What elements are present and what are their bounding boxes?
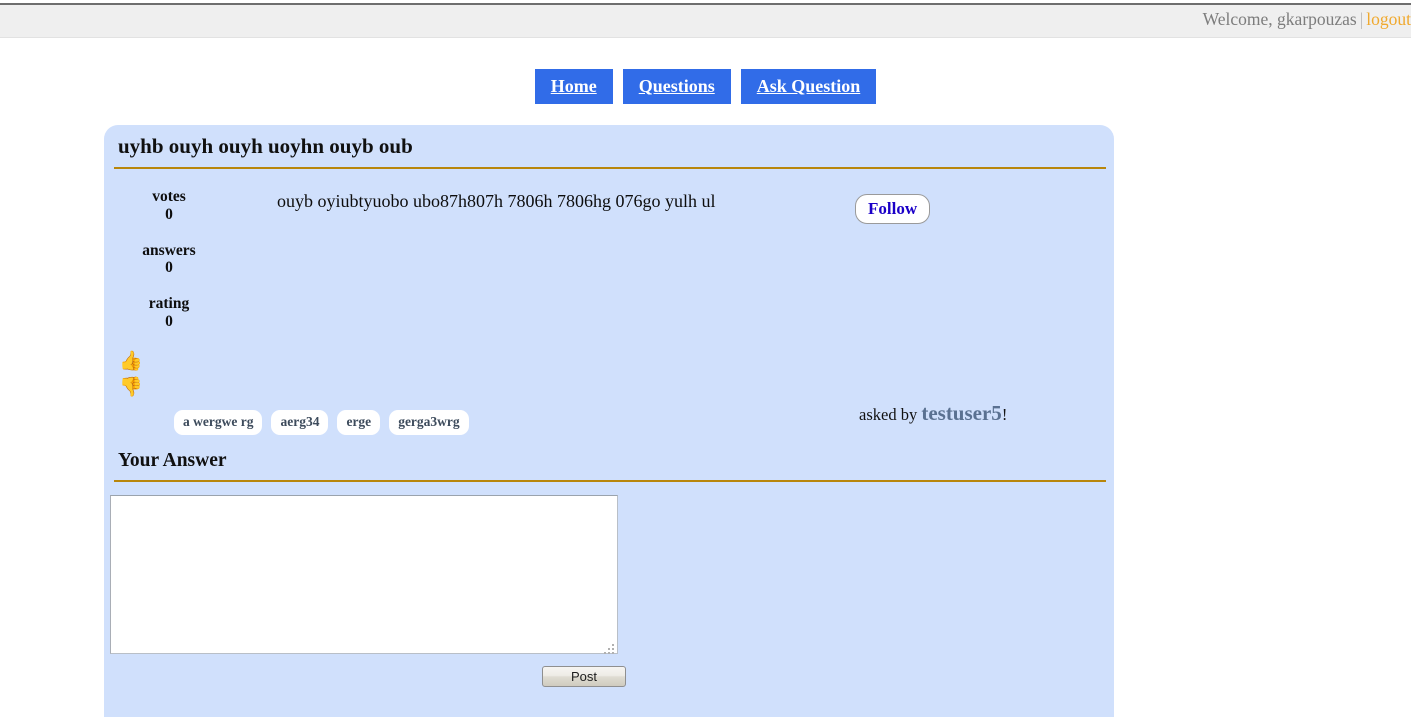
tag-list: a wergwe rg aerg34 erge gerga3wrg — [174, 410, 469, 435]
tag-item[interactable]: erge — [337, 410, 380, 435]
thumbs-down-icon[interactable]: 👎 — [109, 375, 229, 401]
stat-answers: answers 0 — [109, 242, 229, 278]
welcome-area: Welcome, gkarpouzas|logout — [1203, 9, 1411, 30]
asked-by: asked by testuser5! — [859, 401, 1007, 426]
answer-heading: Your Answer — [104, 450, 1114, 472]
nav-home[interactable]: Home — [535, 69, 613, 104]
answer-input[interactable] — [110, 495, 618, 654]
tag-item[interactable]: aerg34 — [271, 410, 328, 435]
top-status-bar — [0, 5, 1411, 38]
welcome-text: Welcome, gkarpouzas — [1203, 9, 1357, 29]
asked-by-prefix: asked by — [859, 405, 921, 424]
stat-rating: rating 0 — [109, 295, 229, 331]
tag-item[interactable]: a wergwe rg — [174, 410, 262, 435]
question-body: ouyb oyiubtyuobo ubo87h807h 7806h 7806hg… — [277, 191, 917, 212]
nav-ask-question[interactable]: Ask Question — [741, 69, 877, 104]
answer-section-header: Your Answer — [104, 450, 1114, 482]
nav-questions[interactable]: Questions — [623, 69, 731, 104]
stat-answers-value: 0 — [109, 259, 229, 277]
asked-by-suffix: ! — [1002, 405, 1008, 424]
question-card: uyhb ouyh ouyh uoyhn ouyb oub votes 0 an… — [104, 125, 1114, 717]
answer-divider — [114, 480, 1106, 482]
tag-item[interactable]: gerga3wrg — [389, 410, 468, 435]
follow-button[interactable]: Follow — [855, 194, 930, 224]
stat-rating-value: 0 — [109, 313, 229, 331]
post-answer-button[interactable]: Post — [542, 666, 626, 687]
stat-votes: votes 0 — [109, 188, 229, 224]
main-nav: Home Questions Ask Question — [0, 69, 1411, 104]
stat-votes-value: 0 — [109, 206, 229, 224]
welcome-separator: | — [1357, 9, 1367, 29]
asked-by-username[interactable]: testuser5 — [921, 401, 1001, 425]
title-divider — [114, 167, 1106, 169]
thumbs-up-icon[interactable]: 👍 — [109, 349, 229, 375]
question-title: uyhb ouyh ouyh uoyhn ouyb oub — [104, 125, 1114, 159]
stat-rating-label: rating — [109, 295, 229, 313]
stat-answers-label: answers — [109, 242, 229, 260]
question-stats: votes 0 answers 0 rating 0 👍 👎 — [109, 188, 229, 400]
logout-link[interactable]: logout — [1366, 9, 1411, 29]
stat-votes-label: votes — [109, 188, 229, 206]
